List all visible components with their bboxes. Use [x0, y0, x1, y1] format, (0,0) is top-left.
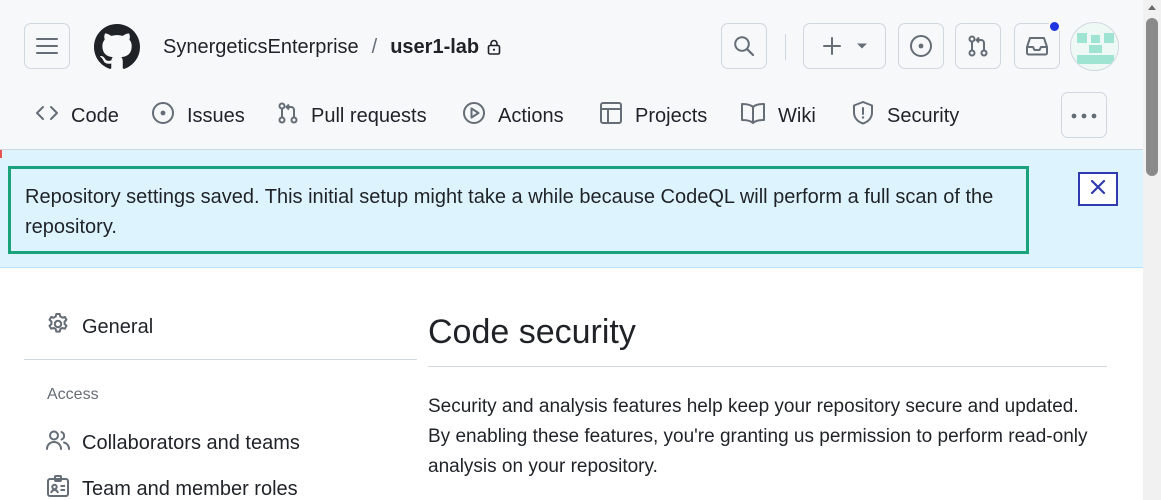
tab-wiki[interactable]: Wiki — [740, 92, 816, 140]
shield-icon — [851, 100, 875, 132]
flash-banner: Repository settings saved. This initial … — [0, 150, 1143, 268]
sidebar-item-team-roles-label: Team and member roles — [82, 477, 298, 500]
dismiss-flash-button[interactable] — [1078, 172, 1118, 206]
tab-issues[interactable]: Issues — [151, 92, 245, 140]
tab-code[interactable]: Code — [35, 92, 119, 140]
git-pull-request-icon — [277, 102, 299, 130]
user-avatar[interactable] — [1070, 22, 1119, 71]
sidebar-item-collaborators[interactable]: Collaborators and teams — [24, 425, 300, 461]
sidebar-divider — [24, 359, 417, 360]
sidebar-heading-access: Access — [47, 386, 99, 403]
hamburger-icon — [36, 37, 58, 55]
breadcrumb-repo-link[interactable]: user1-lab — [390, 33, 479, 61]
github-logo-icon[interactable] — [94, 24, 140, 70]
app-header: SynergeticsEnterprise / user1-lab Code I… — [0, 0, 1143, 150]
tab-projects[interactable]: Projects — [599, 92, 707, 140]
lock-icon — [487, 39, 501, 55]
tab-pull-requests[interactable]: Pull requests — [277, 92, 427, 140]
title-divider — [428, 366, 1107, 367]
sidebar-item-general-label: General — [82, 315, 154, 338]
git-pull-request-icon — [967, 35, 989, 57]
tab-projects-label: Projects — [635, 104, 708, 127]
sidebar-item-team-roles[interactable]: Team and member roles — [24, 471, 298, 500]
menu-button[interactable] — [24, 23, 70, 69]
tab-pull-requests-label: Pull requests — [311, 104, 427, 127]
your-issues-button[interactable] — [898, 23, 944, 69]
github-settings-page: SynergeticsEnterprise / user1-lab Code I… — [0, 0, 1161, 500]
scrollbar-thumb[interactable] — [1146, 18, 1158, 176]
x-icon — [1090, 179, 1106, 200]
tab-security[interactable]: Security — [851, 92, 959, 140]
breadcrumb-separator: / — [371, 36, 378, 58]
gear-icon — [46, 312, 70, 342]
page-title: Code security — [428, 313, 636, 351]
scroll-up-arrow-icon[interactable] — [1148, 5, 1156, 10]
issue-opened-icon — [909, 34, 933, 58]
tab-wiki-label: Wiki — [778, 104, 816, 127]
plus-icon — [822, 36, 842, 56]
tab-security-label: Security — [887, 104, 960, 127]
header-divider — [785, 34, 786, 60]
page-scrollbar[interactable] — [1143, 0, 1161, 500]
create-new-button[interactable] — [803, 23, 886, 69]
flash-edge-mark — [0, 150, 2, 158]
id-badge-icon — [46, 474, 70, 500]
tab-actions-label: Actions — [498, 104, 564, 127]
issue-opened-icon — [151, 101, 175, 131]
tab-actions[interactable]: Actions — [462, 92, 564, 140]
repo-nav: Code Issues Pull requests Actions Projec… — [0, 92, 1143, 140]
breadcrumb: SynergeticsEnterprise / user1-lab — [163, 33, 501, 61]
inbox-icon — [1025, 35, 1049, 57]
people-icon — [46, 429, 70, 457]
breadcrumb-owner-link[interactable]: SynergeticsEnterprise — [163, 33, 359, 61]
code-icon — [35, 103, 59, 129]
notification-dot — [1048, 20, 1061, 33]
more-nav-button[interactable] — [1061, 92, 1107, 138]
tab-code-label: Code — [71, 104, 119, 127]
play-icon — [462, 101, 486, 131]
book-icon — [740, 102, 766, 130]
search-button[interactable] — [721, 23, 767, 69]
sidebar-item-general[interactable]: General — [24, 309, 153, 345]
search-icon — [733, 35, 755, 57]
table-icon — [599, 101, 623, 131]
flash-message: Repository settings saved. This initial … — [8, 166, 1029, 254]
kebab-horizontal-icon — [1071, 106, 1097, 124]
your-pull-requests-button[interactable] — [955, 23, 1001, 69]
intro-paragraph: Security and analysis features help keep… — [428, 396, 1088, 477]
triangle-down-icon — [856, 42, 868, 50]
tab-issues-label: Issues — [187, 104, 245, 127]
sidebar-item-collaborators-label: Collaborators and teams — [82, 431, 300, 454]
